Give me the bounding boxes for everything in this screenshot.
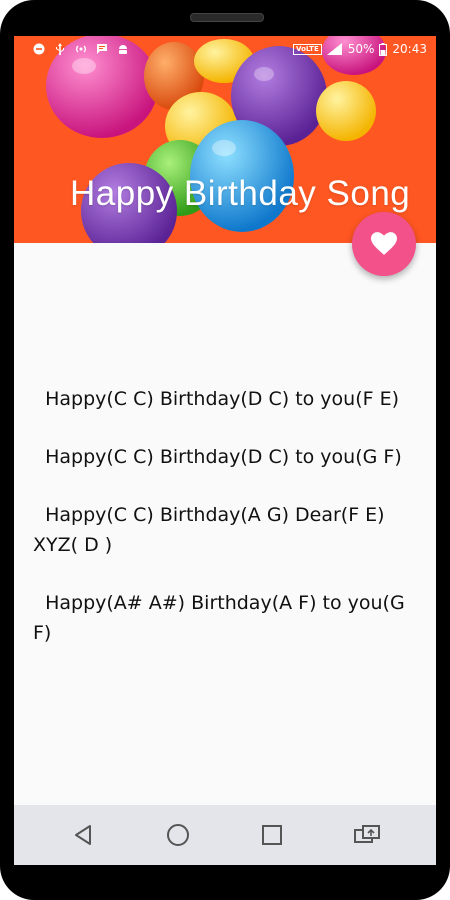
android-icon — [119, 45, 127, 54]
lyrics-verse: Happy(C C) Birthday(A G) Dear(F E) XYZ( … — [33, 504, 391, 556]
volte-badge: VoLTE — [293, 43, 322, 55]
lyrics-verse: Happy(C C) Birthday(D C) to you(F E) — [33, 388, 400, 410]
recents-icon — [262, 825, 283, 845]
minus-circle-icon — [33, 43, 45, 55]
home-button[interactable] — [158, 815, 198, 855]
favorite-button[interactable] — [352, 212, 416, 276]
screen-rotate-button[interactable] — [347, 815, 387, 855]
navigation-bar — [14, 805, 436, 865]
heart-icon — [371, 232, 397, 255]
lyrics-content: Happy(C C) Birthday(D C) to you(F E) Hap… — [33, 384, 415, 676]
back-button[interactable] — [63, 815, 103, 855]
battery-percent: 50% — [347, 42, 375, 56]
battery-icon — [379, 42, 388, 56]
recents-button[interactable] — [252, 815, 292, 855]
clock: 20:43 — [392, 42, 427, 56]
message-icon — [97, 44, 107, 54]
lyrics-verse: Happy(A# A#) Birthday(A F) to you(G F) — [33, 592, 411, 644]
hotspot-icon — [76, 45, 86, 53]
phone-speaker — [190, 13, 264, 22]
status-bar: VoLTE 50% 20:43 — [14, 36, 436, 62]
lyrics-verse: Happy(C C) Birthday(D C) to you(G F) — [33, 446, 402, 468]
page-title: Happy Birthday Song — [70, 174, 411, 213]
home-icon — [166, 824, 189, 846]
signal-icon — [326, 43, 342, 55]
header-banner: Happy Birthday Song — [14, 36, 436, 243]
screen-rotate-icon — [353, 825, 380, 843]
back-icon — [75, 825, 92, 845]
app-screen: Happy Birthday Song VoLTE 50% 20:43 Happ… — [14, 36, 436, 865]
phone-frame: Happy Birthday Song VoLTE 50% 20:43 Happ… — [0, 0, 450, 900]
usb-icon — [56, 43, 64, 55]
